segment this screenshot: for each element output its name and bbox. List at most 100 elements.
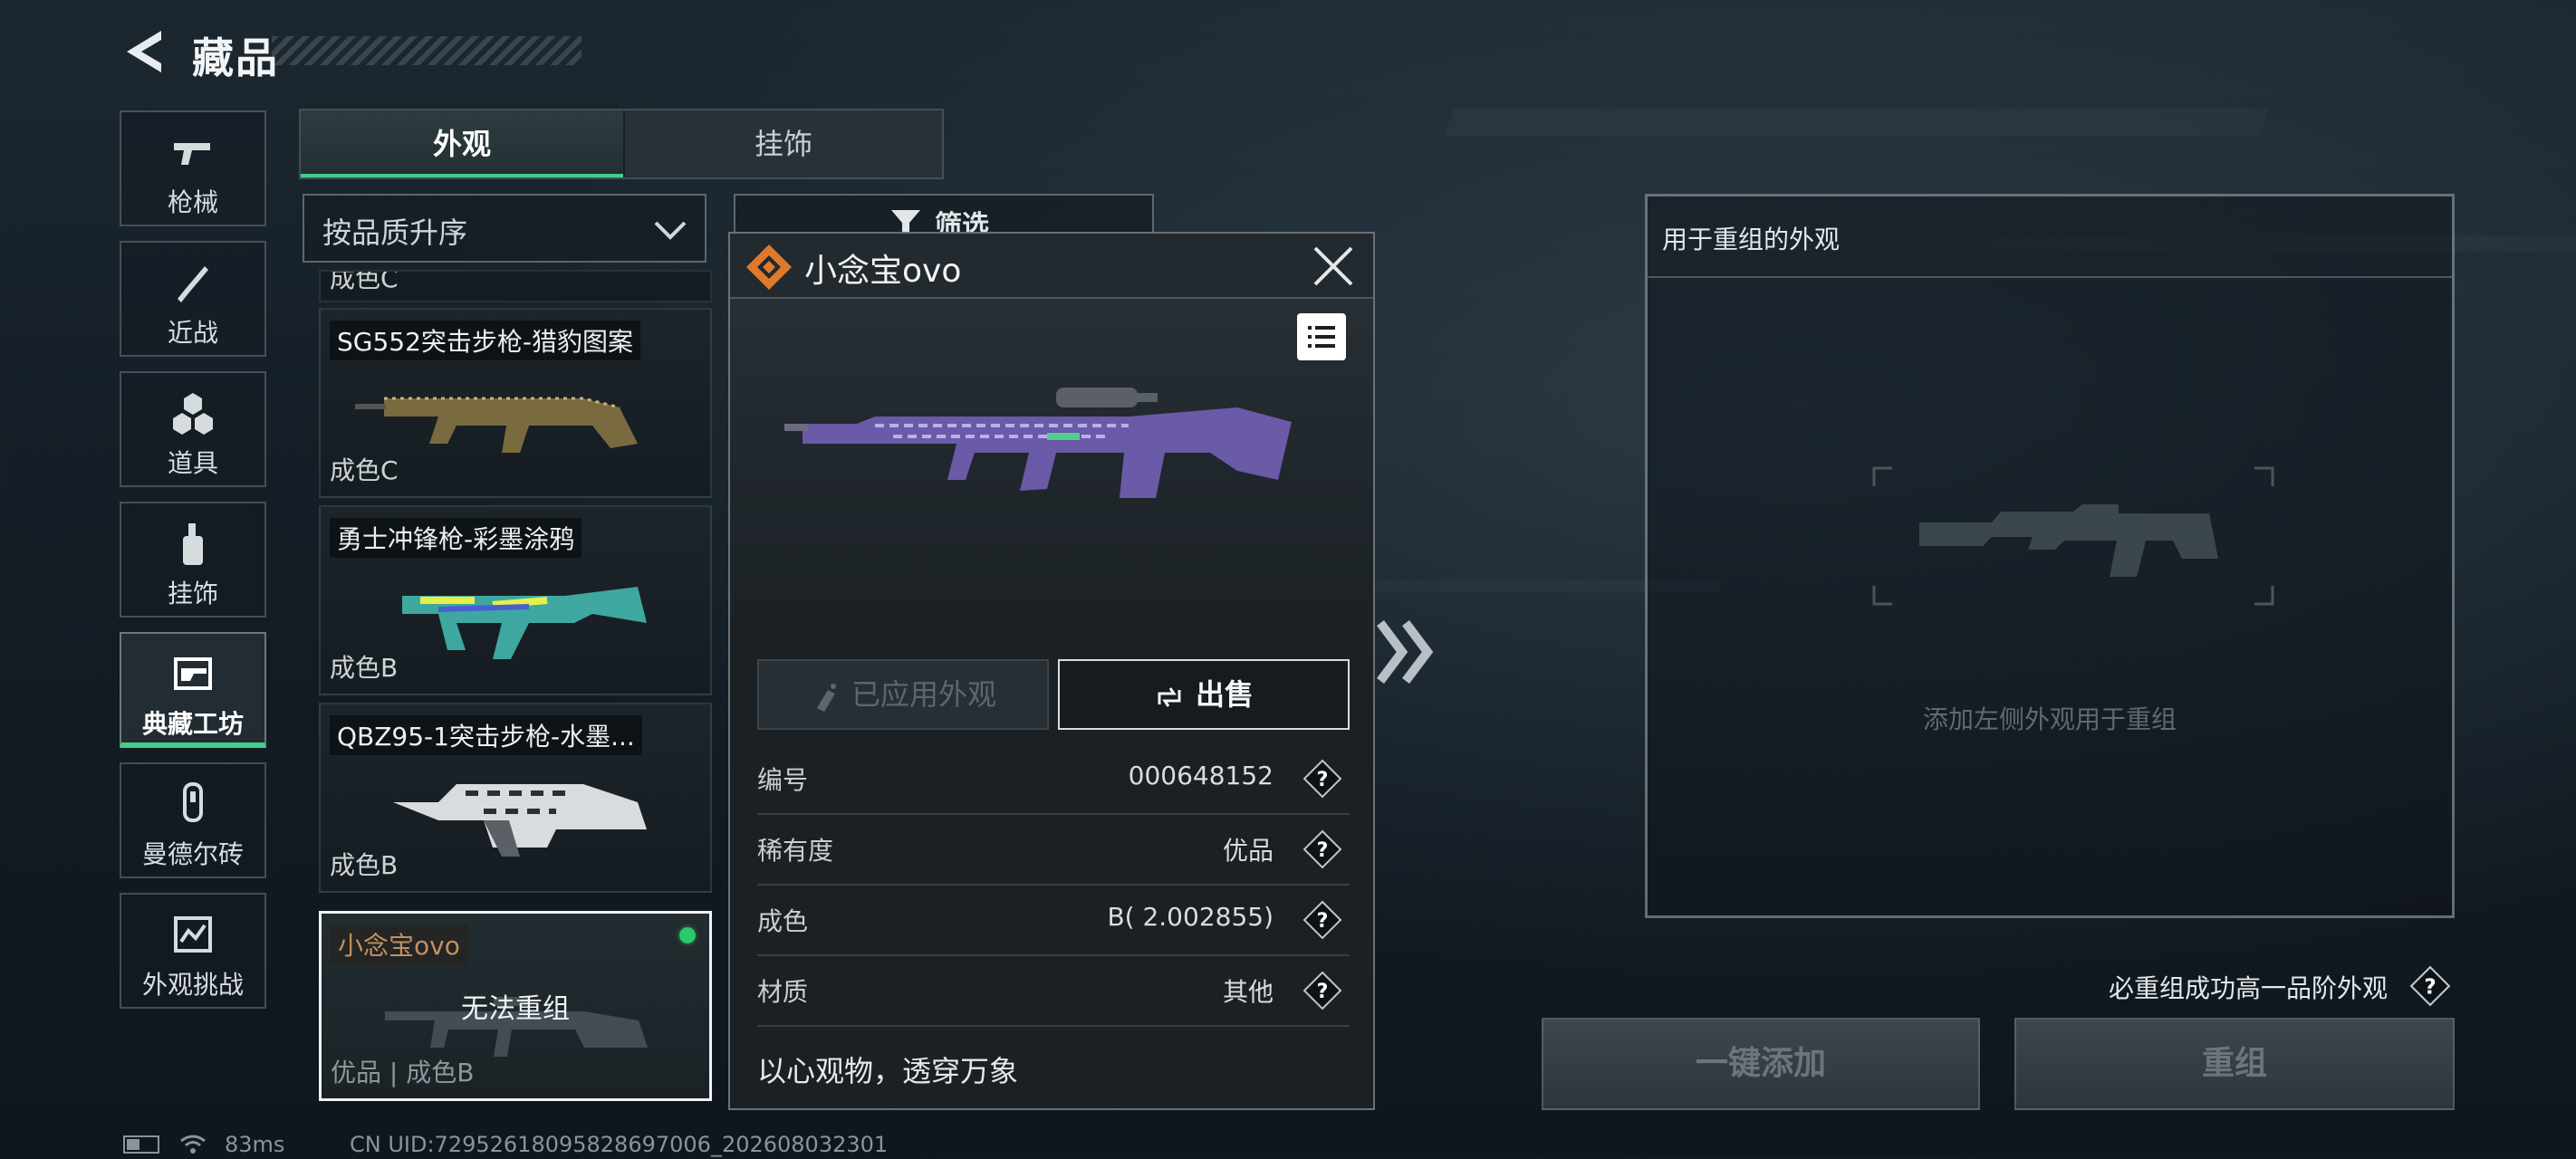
list-view-button[interactable] [1297,313,1346,360]
rifle-placeholder-icon [1872,466,2274,606]
nav-label: 道具 [167,448,218,478]
svg-text:?: ? [2424,975,2436,999]
nav-label: 曼德尔砖 [141,839,244,869]
double-chevron-right-icon [1377,620,1434,684]
reassemble-panel: 用于重组的外观 添加左侧外观用于重组 [1645,194,2455,918]
applied-appearance-button: 已应用外观 [757,659,1049,730]
nav-item-mandel-brick[interactable]: 曼德尔砖 [120,762,266,878]
list-item[interactable]: SG552突击步枪-猎豹图案 成色C [319,308,712,498]
nav-item-charms[interactable]: 挂饰 [120,502,266,618]
cannot-reassemble-label: 无法重组 [461,993,570,1025]
item-name: 小念宝ovo [331,924,467,964]
workshop-icon [174,657,212,690]
item-name: SG552突击步枪-猎豹图案 [330,321,641,360]
challenge-icon [174,916,212,953]
property-value: B( 2.002855) [1107,902,1274,932]
title-stripe [272,36,582,65]
rarity-badge-icon [746,244,792,290]
property-key: 编号 [757,765,809,795]
rifle-image [393,784,647,857]
list-icon [1308,326,1335,348]
wifi-icon [180,1135,206,1154]
list-item-selected[interactable]: 小念宝ovo 无法重组 优品 | 成色B [319,911,712,1101]
chevron-down-icon [654,221,687,240]
charm-icon [183,523,203,565]
item-condition: 成色C [330,455,399,485]
item-name: QBZ95-1突击步枪-水墨... [330,715,642,755]
svg-text:?: ? [1317,839,1329,862]
nav-item-challenge[interactable]: 外观挑战 [120,893,266,1009]
close-icon[interactable] [1310,243,1357,290]
rifle-image [784,388,1292,498]
property-value: 其他 [1222,977,1274,1007]
svg-text:?: ? [1317,769,1329,791]
property-value: 000648152 [1128,761,1274,790]
property-value: 优品 [1222,836,1274,866]
reassemble-hint: 添加左侧外观用于重组 [1922,704,2177,734]
add-all-button[interactable]: 一键添加 [1542,1018,1980,1110]
item-condition: 优品 | 成色B [331,1058,475,1087]
property-row-condition: 成色 B( 2.002855) ? [757,886,1350,956]
item-detail-popup: 小念宝ovo 已应用外观 出售 编号 000648152 ? 稀有度 优品 ? … [728,232,1375,1110]
reassemble-button[interactable]: 重组 [2014,1018,2455,1110]
ping-label: 83ms [225,1132,285,1157]
svg-text:?: ? [1317,910,1329,933]
uid-label: CN UID:7295261809582869​7006_20260803230… [350,1132,889,1157]
help-icon[interactable]: ? [2409,965,2451,1007]
list-item-clipped: 成色C [319,270,712,302]
back-arrow-icon[interactable] [121,27,167,76]
property-key: 稀有度 [757,836,834,866]
item-name: 勇士冲锋枪-彩墨涂鸦 [330,518,582,558]
reassemble-title: 用于重组的外观 [1662,225,1841,254]
nav-label: 枪械 [167,187,218,217]
item-preview [730,299,1373,636]
nav-label: 近战 [167,318,218,348]
list-item[interactable]: QBZ95-1突击步枪-水墨... 成色B [319,703,712,893]
sell-label: 出售 [1195,677,1254,712]
help-icon[interactable]: ? [1302,900,1342,940]
reassemble-header: 用于重组的外观 [1648,196,2452,278]
item-condition: 成色B [330,653,399,683]
popup-item-name: 小念宝ovo [804,253,962,290]
battery-icon [123,1135,159,1154]
nav-item-melee[interactable]: 近战 [120,241,266,357]
property-row-rarity: 稀有度 优品 ? [757,815,1350,886]
property-row-material: 材质 其他 ? [757,956,1350,1027]
tab-charm[interactable]: 挂饰 [625,110,942,177]
item-description: 以心观物，透穿万象 [757,1054,1019,1088]
list-item[interactable]: 勇士冲锋枪-彩墨涂鸦 成色B [319,505,712,695]
mandel-brick-icon [183,782,203,822]
knife-icon [178,266,208,302]
help-icon[interactable]: ? [1302,759,1342,799]
applied-label: 已应用外观 [851,677,996,712]
pistol-icon [174,143,210,165]
sell-button[interactable]: 出售 [1058,659,1350,730]
upgrade-guarantee-label: 必重组成功高一品阶外观 [2109,973,2389,1003]
help-icon[interactable]: ? [1302,829,1342,869]
selected-indicator [677,924,698,946]
item-condition: 成色C [330,270,399,293]
nav-item-items[interactable]: 道具 [120,371,266,487]
sort-dropdown[interactable]: 按品质升序 [303,194,706,263]
nav-label: 外观挑战 [141,970,244,1000]
sort-label: 按品质升序 [322,216,468,250]
svg-text:?: ? [1317,981,1329,1003]
rifle-image [355,397,638,453]
item-condition: 成色B [330,850,399,880]
property-key: 成色 [757,906,809,936]
grenade-icon [173,393,213,435]
nav-item-workshop[interactable]: 典藏工坊 [120,632,266,748]
help-icon[interactable]: ? [1302,971,1342,1011]
spray-icon [816,684,836,712]
nav-label: 典藏工坊 [141,709,244,739]
popup-header: 小念宝ovo [730,234,1373,299]
smg-image [402,587,647,659]
tab-bar: 外观 挂饰 [299,109,944,179]
nav-label: 挂饰 [167,579,218,608]
tab-appearance[interactable]: 外观 [301,110,623,177]
page-title: 藏品 [192,34,279,82]
property-key: 材质 [757,977,809,1007]
property-row-id: 编号 000648152 ? [757,744,1350,815]
nav-item-guns[interactable]: 枪械 [120,110,266,226]
trade-icon [1158,687,1181,707]
